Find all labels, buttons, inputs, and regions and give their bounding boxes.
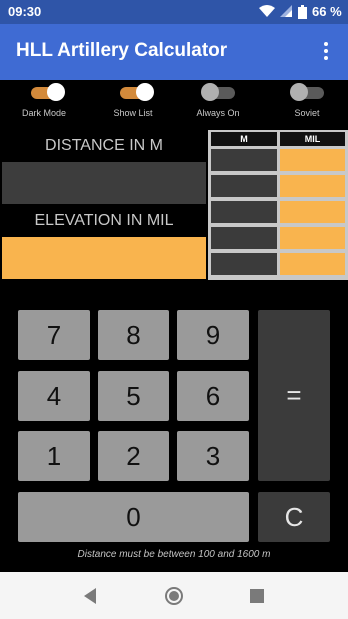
soviet-label: Soviet: [294, 108, 320, 118]
show-list-label: Show List: [113, 108, 153, 118]
equals-button[interactable]: =: [258, 310, 330, 481]
distance-range-hint: Distance must be between 100 and 1600 m: [77, 549, 271, 560]
column-header-m: M: [211, 132, 277, 146]
back-icon[interactable]: [80, 586, 102, 606]
table-cell-mil[interactable]: [280, 253, 345, 275]
navigation-bar: [0, 572, 348, 619]
table-cell-m[interactable]: [211, 149, 277, 171]
table-cell-m[interactable]: [211, 253, 277, 275]
dark-mode-toggle[interactable]: Dark Mode: [9, 80, 79, 124]
app-bar: HLL Artillery Calculator: [0, 24, 348, 80]
elevation-label: ELEVATION IN MIL: [34, 212, 174, 229]
table-cell-mil[interactable]: [280, 149, 345, 171]
key-3-button[interactable]: 3: [177, 431, 249, 481]
status-time: 09:30: [8, 4, 42, 19]
table-cell-mil[interactable]: [280, 227, 345, 249]
show-list-toggle[interactable]: Show List: [98, 80, 168, 124]
table-cell-mil[interactable]: [280, 201, 345, 223]
key-4-button[interactable]: 4: [18, 371, 90, 421]
home-icon[interactable]: [163, 586, 185, 606]
key-8-button[interactable]: 8: [98, 310, 169, 360]
status-bar: 09:30 66 %: [0, 0, 348, 24]
recents-icon[interactable]: [246, 586, 268, 606]
table-cell-m[interactable]: [211, 175, 277, 197]
clear-button[interactable]: C: [258, 492, 330, 542]
distance-input[interactable]: [2, 162, 206, 204]
distance-elevation-table: M MIL: [208, 130, 348, 280]
distance-label: DISTANCE IN M: [45, 137, 163, 154]
elevation-output: [2, 237, 206, 279]
soviet-toggle[interactable]: Soviet: [272, 80, 342, 124]
app-title: HLL Artillery Calculator: [16, 40, 228, 61]
table-cell-m[interactable]: [211, 227, 277, 249]
key-7-button[interactable]: 7: [18, 310, 90, 360]
dark-mode-label: Dark Mode: [21, 108, 66, 118]
column-header-mil: MIL: [280, 132, 345, 146]
key-9-button[interactable]: 9: [177, 310, 249, 360]
table-cell-m[interactable]: [211, 201, 277, 223]
battery-percent: 66 %: [312, 4, 342, 19]
more-vert-icon[interactable]: [320, 42, 332, 62]
key-0-button[interactable]: 0: [18, 492, 249, 542]
key-6-button[interactable]: 6: [177, 371, 249, 421]
always-on-toggle[interactable]: Always On: [183, 80, 253, 124]
key-1-button[interactable]: 1: [18, 431, 90, 481]
always-on-label: Always On: [196, 108, 240, 118]
wifi-icon: [259, 5, 275, 17]
signal-icon: [280, 5, 292, 17]
battery-icon: [298, 5, 307, 19]
table-cell-mil[interactable]: [280, 175, 345, 197]
key-2-button[interactable]: 2: [98, 431, 169, 481]
key-5-button[interactable]: 5: [98, 371, 169, 421]
